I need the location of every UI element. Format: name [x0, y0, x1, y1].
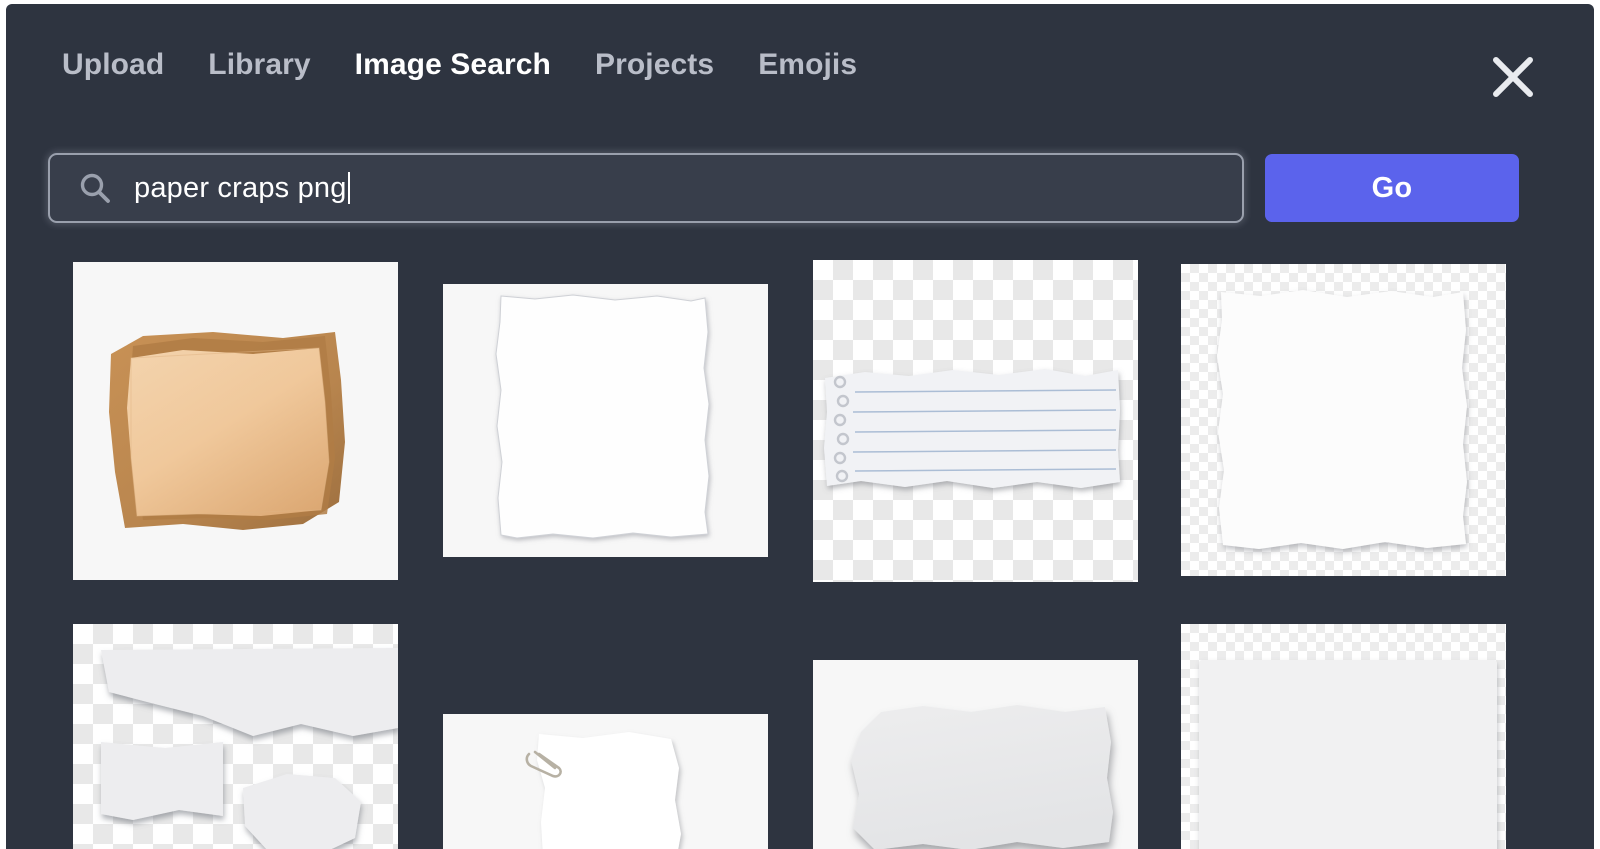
search-input[interactable]: paper craps png: [48, 153, 1244, 223]
search-input-value: paper craps png: [134, 172, 347, 205]
result-thumbnail[interactable]: [73, 262, 398, 580]
image-search-modal: Upload Library Image Search Projects Emo…: [6, 4, 1594, 849]
result-thumbnail[interactable]: [443, 284, 768, 557]
search-results-grid: [68, 256, 1538, 849]
close-icon[interactable]: [1490, 54, 1536, 100]
tab-upload[interactable]: Upload: [62, 48, 164, 83]
result-thumbnail[interactable]: [1181, 264, 1506, 576]
tab-emojis[interactable]: Emojis: [758, 48, 857, 83]
text-cursor: [348, 172, 350, 204]
search-icon: [78, 171, 112, 205]
result-thumbnail[interactable]: [443, 714, 768, 849]
result-thumbnail[interactable]: [813, 260, 1138, 582]
tab-projects[interactable]: Projects: [595, 48, 714, 83]
result-thumbnail[interactable]: [813, 660, 1138, 849]
tab-list: Upload Library Image Search Projects Emo…: [62, 48, 857, 83]
tab-image-search[interactable]: Image Search: [355, 48, 551, 83]
result-thumbnail[interactable]: [73, 624, 398, 849]
result-thumbnail[interactable]: [1181, 624, 1506, 849]
modal-header: Upload Library Image Search Projects Emo…: [6, 4, 1594, 124]
search-bar: paper craps png Go: [48, 153, 1518, 223]
go-button[interactable]: Go: [1265, 154, 1519, 222]
tab-library[interactable]: Library: [208, 48, 310, 83]
